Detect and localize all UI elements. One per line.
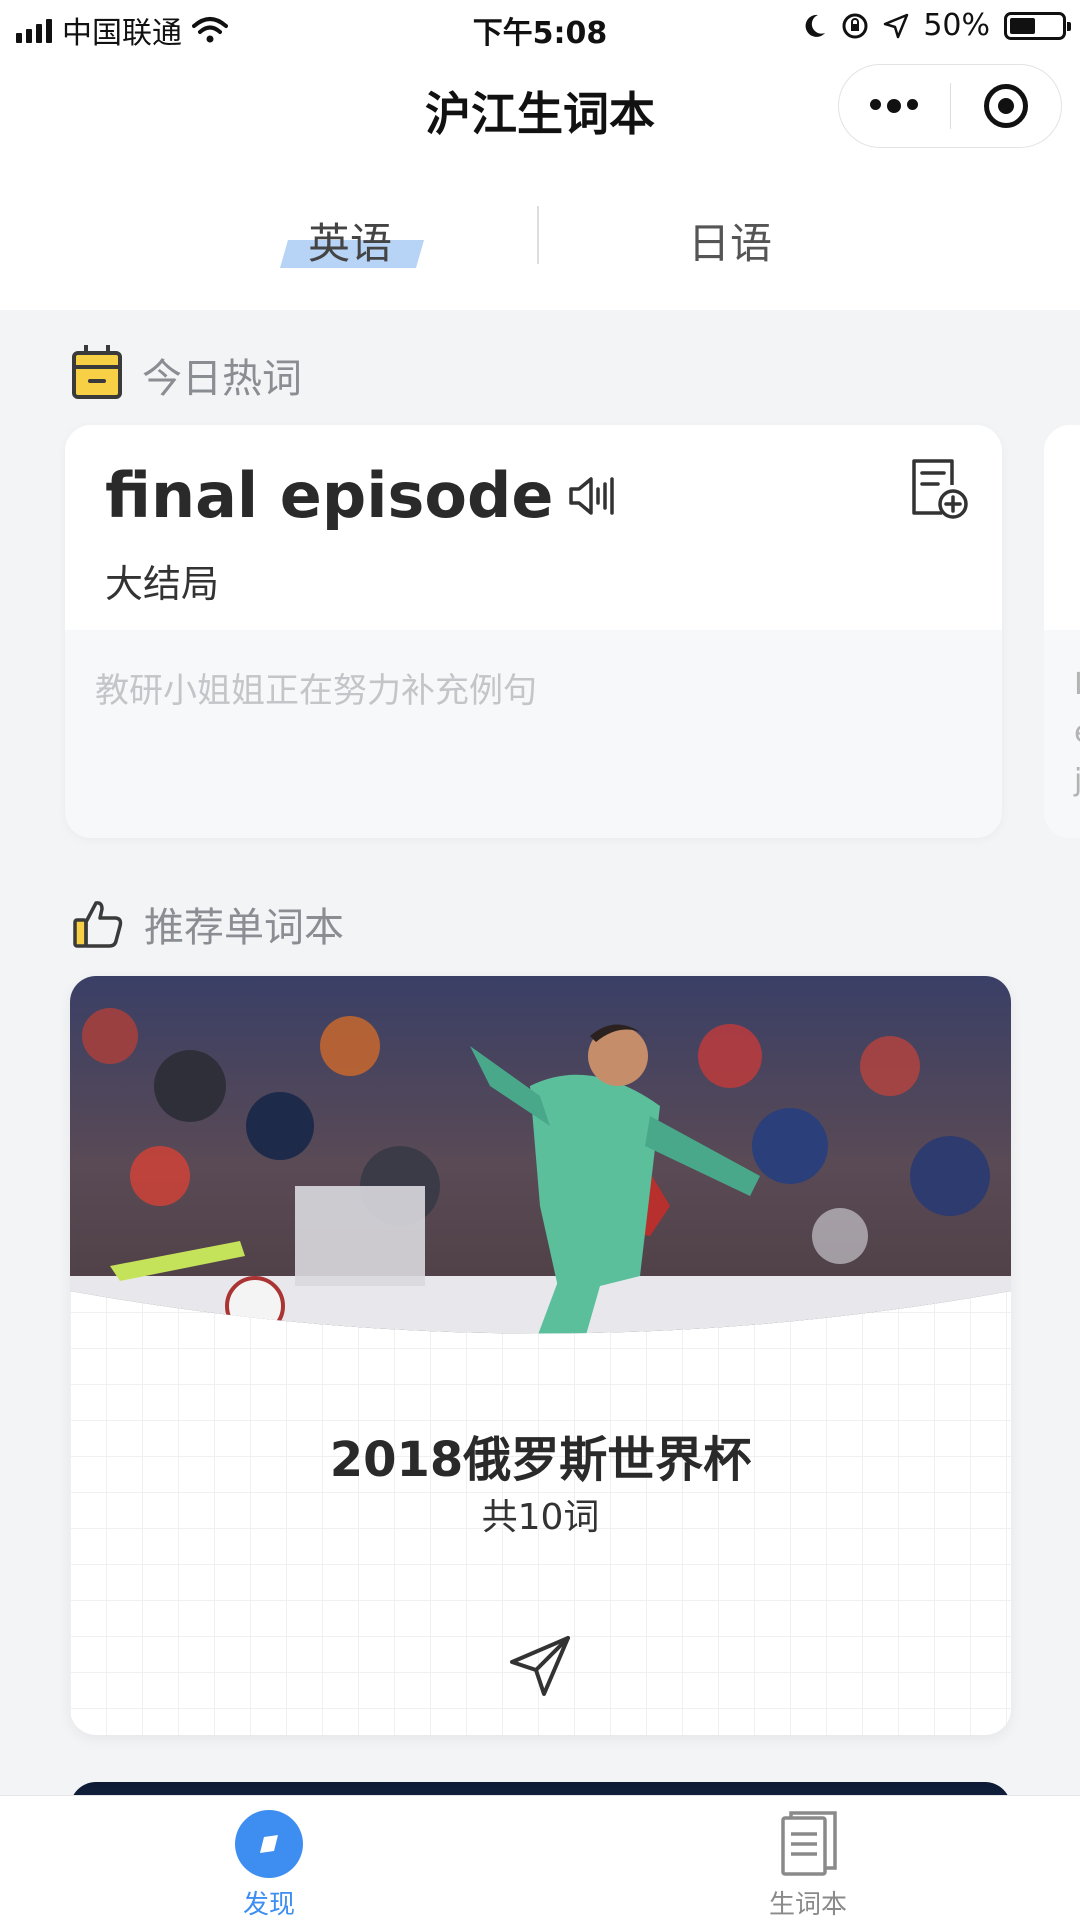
word-title: final episode (105, 459, 615, 532)
wordbook-card[interactable]: 2018俄罗斯世界杯 共10词 (70, 976, 1011, 1735)
battery-percent: 50% (923, 8, 990, 43)
wordbook-icon (781, 1811, 837, 1876)
tab-japanese-label: 日语 (688, 219, 773, 268)
rotation-lock-icon (842, 13, 868, 38)
status-bar: 中国联通 下午5:08 50% (0, 0, 1080, 54)
tab-japanese[interactable]: 日语 (688, 210, 772, 271)
discover-icon (235, 1810, 303, 1878)
peek-text-line: j (1074, 763, 1080, 798)
peek-text-line: e (1074, 715, 1080, 750)
speaker-icon[interactable] (567, 475, 615, 517)
tab-discover-label: 发现 (242, 1890, 295, 1920)
tab-wordbook[interactable]: 生词本 (728, 1810, 888, 1920)
tab-english-label: 英语 (308, 219, 393, 268)
send-icon[interactable] (508, 1632, 574, 1698)
calendar-icon (72, 345, 122, 399)
battery-icon (1004, 11, 1071, 40)
tab-english[interactable]: 英语 (279, 210, 425, 271)
location-icon (884, 13, 909, 38)
add-to-wordbook-icon[interactable] (906, 457, 970, 521)
nav-bar: 沪江生词本 (0, 54, 1080, 164)
tab-divider (537, 206, 539, 264)
bottom-tab-bar: 发现 生词本 (0, 1795, 1080, 1920)
hot-word-card[interactable]: final episode 大结局 教研小姐姐正在努力补充例句 (65, 425, 1002, 838)
hot-words-title: 今日热词 (142, 356, 302, 402)
peek-text-line: I (1074, 667, 1080, 702)
language-tabs: 英语 日语 (0, 164, 1080, 310)
close-button[interactable] (950, 64, 1061, 148)
soccer-player-photo (70, 976, 1011, 1334)
moon-icon (805, 14, 826, 37)
status-right: 50% (803, 8, 1071, 43)
hot-words-header: 今日热词 (72, 345, 302, 404)
thumbs-up-icon (73, 901, 123, 948)
wordbook-title: 2018俄罗斯世界杯 (329, 1432, 752, 1488)
next-hot-word-card[interactable]: I e j (1044, 425, 1080, 838)
target-icon (983, 84, 1028, 128)
recommend-title: 推荐单词本 (144, 905, 344, 951)
word-meaning: 大结局 (105, 562, 220, 606)
mini-program-capsule (838, 64, 1062, 148)
example-placeholder: 教研小姐姐正在努力补充例句 (95, 671, 537, 711)
recommend-header: 推荐单词本 (72, 895, 344, 953)
word-text: final episode (105, 459, 554, 532)
wordbook-count: 共10词 (481, 1497, 600, 1538)
tab-wordbook-label: 生词本 (768, 1890, 847, 1920)
more-button[interactable] (839, 64, 950, 148)
more-dots-icon (870, 99, 919, 113)
tab-discover[interactable]: 发现 (189, 1810, 349, 1920)
